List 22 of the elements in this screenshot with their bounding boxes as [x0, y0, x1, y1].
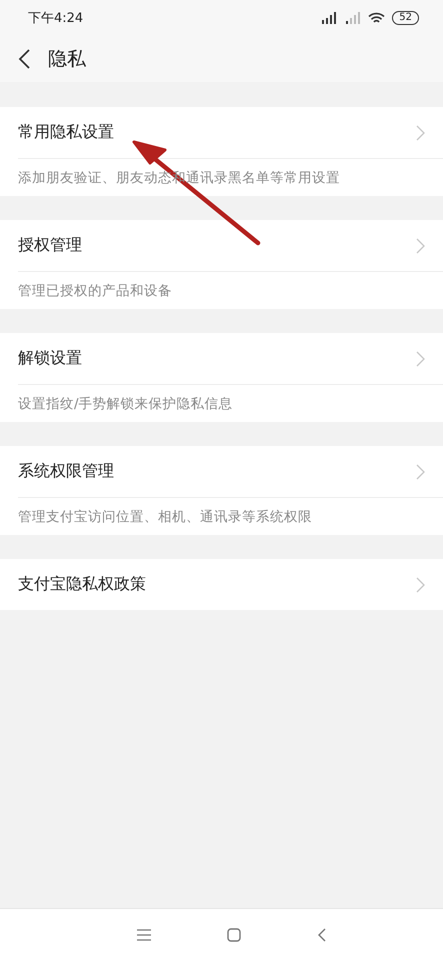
page-title: 隐私 [48, 47, 86, 72]
settings-item[interactable]: 支付宝隐私权政策 [0, 559, 443, 610]
signal-icon [320, 12, 338, 24]
item-description: 设置指纹/手势解锁来保护隐私信息 [18, 394, 233, 412]
back-icon[interactable] [18, 49, 30, 69]
settings-item[interactable]: 系统权限管理 [0, 446, 443, 497]
chevron-icon [416, 124, 425, 140]
chevron-icon [416, 238, 425, 254]
wifi-icon [368, 12, 386, 24]
chevron-icon [416, 576, 425, 592]
status-time: 下午4:24 [28, 10, 84, 27]
chevron-icon [416, 464, 425, 480]
signal-icon [345, 12, 362, 24]
menu-icon[interactable] [137, 928, 151, 940]
item-description: 管理支付宝访问位置、相机、通讯录等系统权限 [18, 508, 312, 526]
chevron-icon [416, 350, 425, 366]
settings-item[interactable]: 解锁设置 [0, 333, 443, 384]
item-description: 管理已授权的产品和设备 [18, 282, 172, 300]
home-icon[interactable] [227, 928, 241, 942]
settings-item[interactable]: 授权管理 [0, 220, 443, 271]
settings-item[interactable]: 常用隐私设置 [0, 107, 443, 158]
battery-level: 52 [392, 11, 419, 25]
